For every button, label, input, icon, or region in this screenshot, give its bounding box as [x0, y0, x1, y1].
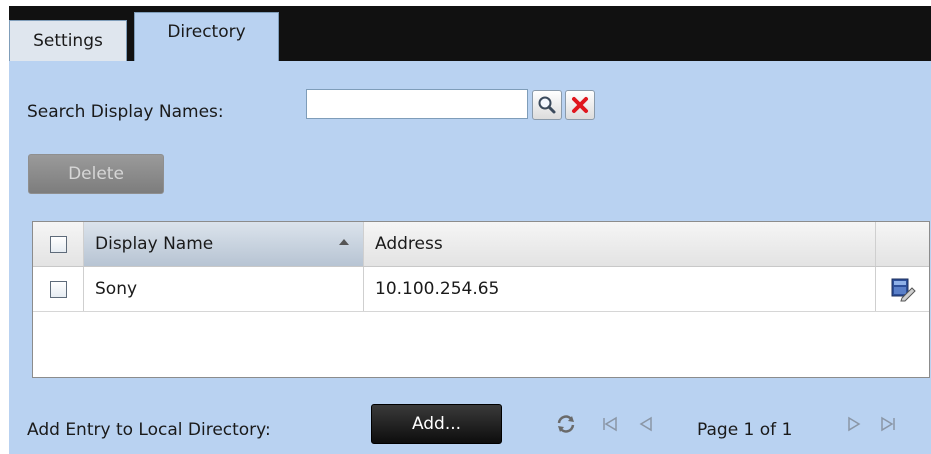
- delete-button[interactable]: Delete: [28, 154, 164, 194]
- tab-bar: Settings Directory: [9, 6, 931, 61]
- row-address: 10.100.254.65: [364, 267, 876, 311]
- page-indicator: Page 1 of 1: [697, 420, 793, 440]
- previous-page-icon[interactable]: [635, 413, 657, 435]
- row-display-name: Sony: [84, 267, 364, 311]
- last-page-icon[interactable]: [877, 413, 899, 435]
- row-checkbox[interactable]: [49, 280, 67, 298]
- tab-directory-label: Directory: [167, 22, 246, 42]
- tab-directory[interactable]: Directory: [134, 12, 279, 61]
- clear-search-button[interactable]: [565, 90, 595, 120]
- refresh-icon[interactable]: [555, 413, 577, 435]
- table-header-row: Display Name Address: [33, 222, 929, 267]
- select-all-cell: [33, 222, 84, 266]
- tab-settings[interactable]: Settings: [9, 20, 127, 61]
- sort-ascending-icon: [339, 239, 349, 245]
- search-label: Search Display Names:: [27, 102, 224, 122]
- next-page-icon[interactable]: [843, 413, 865, 435]
- directory-panel: Search Display Names: Delete Display Nam…: [9, 61, 931, 454]
- add-entry-button[interactable]: Add...: [371, 404, 502, 444]
- column-header-display-name-label: Display Name: [95, 234, 214, 254]
- column-header-actions: [876, 222, 929, 266]
- search-button[interactable]: [532, 90, 562, 120]
- red-x-icon: [572, 97, 588, 113]
- table-row[interactable]: Sony 10.100.254.65: [33, 267, 929, 312]
- row-select-cell: [33, 267, 84, 311]
- column-header-display-name[interactable]: Display Name: [84, 222, 364, 266]
- directory-table: Display Name Address Sony 10.100.254.65: [32, 221, 930, 378]
- row-edit-cell: [876, 267, 929, 311]
- edit-entry-icon[interactable]: [890, 276, 916, 302]
- first-page-icon[interactable]: [599, 413, 621, 435]
- column-header-address-label: Address: [375, 234, 443, 254]
- column-header-address[interactable]: Address: [364, 222, 876, 266]
- select-all-checkbox[interactable]: [49, 235, 67, 253]
- search-input[interactable]: [306, 89, 528, 119]
- magnifier-icon: [538, 96, 556, 114]
- add-entry-label: Add Entry to Local Directory:: [27, 420, 271, 440]
- tab-settings-label: Settings: [33, 31, 103, 51]
